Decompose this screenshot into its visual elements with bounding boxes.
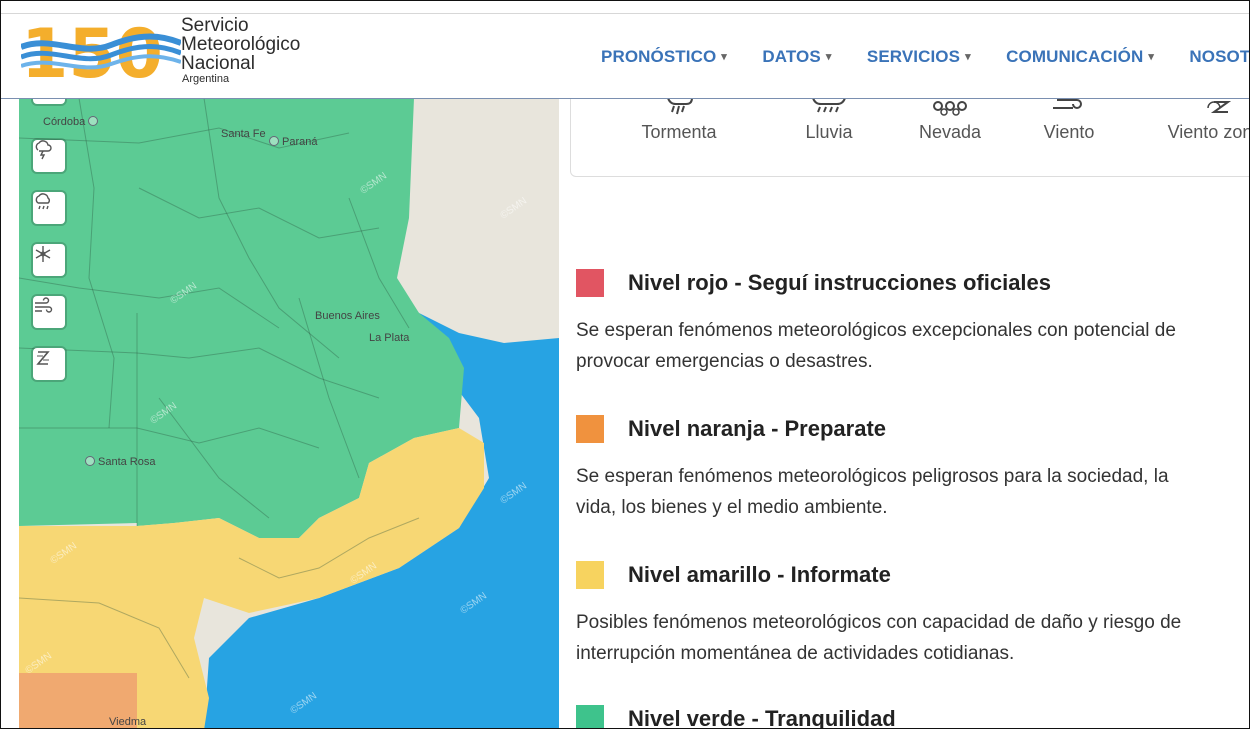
chevron-down-icon: ▾ [965, 51, 971, 63]
smn-150-logo[interactable]: 150 [19, 15, 183, 94]
site-header: 150 Servicio Meteorológico Nacional Arge… [1, 1, 1249, 99]
snow-icon [35, 246, 51, 262]
phenomenon-snow[interactable]: Nevada [904, 98, 996, 176]
phenomenon-zonda[interactable]: Viento zonda [1155, 98, 1249, 176]
level-title: Nivel verde - Tranquilidad [628, 706, 896, 729]
level-title: Nivel amarillo - Informate [628, 562, 891, 587]
map-layer-rain-button[interactable] [33, 192, 65, 224]
level-color-swatch [576, 269, 604, 297]
zonda-icon [36, 351, 50, 365]
smn-logo-icon: 150 [19, 15, 183, 94]
map-layer-wind-button[interactable] [33, 296, 65, 328]
level-color-swatch [576, 561, 604, 589]
map-layer-snow-button[interactable] [33, 244, 65, 276]
city-label: Santa Rosa [85, 456, 155, 468]
main-nav: PRONÓSTICO ▾ DATOS ▾ SERVICIOS ▾ COMUNICACI… [601, 47, 1249, 67]
level-color-swatch [576, 415, 604, 443]
phenomenon-label: Viento zonda [1167, 122, 1249, 142]
map-canvas [19, 98, 559, 728]
chevron-down-icon: ▾ [825, 51, 832, 63]
city-label: Viedma [109, 716, 147, 728]
browser-viewport: 150 Servicio Meteorológico Nacional Arge… [0, 0, 1250, 729]
map-layer-storm-button[interactable] [33, 140, 65, 172]
city-label: Córdoba [43, 116, 101, 128]
map-layer-zonda-button[interactable] [33, 348, 65, 380]
nav-pronostico[interactable]: PRONÓSTICO ▾ [601, 47, 727, 67]
zonda-icon [1207, 101, 1232, 113]
phenomenon-label: Tormenta [641, 122, 717, 142]
wind-icon [35, 297, 53, 313]
level-title: Nivel rojo - Seguí instrucciones oficial… [628, 270, 1052, 295]
rain-icon [812, 98, 846, 113]
storm-icon [35, 140, 52, 160]
city-marker-icon [88, 116, 99, 126]
city-label: Santa Fe [221, 128, 266, 140]
city-marker-icon [269, 136, 279, 146]
phenomenon-wind[interactable]: Viento [1023, 98, 1115, 176]
chevron-down-icon: ▾ [1148, 51, 1154, 63]
level-description: Posibles fenómenos meteorológicos con ca… [576, 612, 1182, 664]
storm-icon [667, 98, 693, 115]
snow-icon [933, 101, 967, 116]
nav-comunicacion[interactable]: COMUNICACIÓN ▾ [1006, 47, 1154, 67]
phenomenon-rain[interactable]: Lluvia [783, 98, 875, 176]
brand-line-4: Argentina [182, 73, 230, 85]
brand-line-2: Meteorológico [181, 34, 301, 55]
brand-line-3: Nacional [181, 53, 255, 74]
wind-icon [1053, 99, 1082, 109]
phenomenon-storm[interactable]: Tormenta [633, 98, 725, 176]
phenomenon-label: Nevada [918, 122, 982, 142]
city-label: La Plata [369, 332, 410, 344]
level-description: Se esperan fenómenos meteorológicos peli… [576, 466, 1169, 518]
nav-servicios[interactable]: SERVICIOS ▾ [867, 47, 971, 67]
level-description: Se esperan fenómenos meteorológicos exce… [576, 320, 1176, 372]
level-title: Nivel naranja - Preparate [628, 416, 887, 441]
city-label: Paraná [269, 136, 317, 148]
alert-map[interactable]: Córdoba Santa Fe Paraná Buenos Aires La … [19, 98, 559, 728]
level-color-swatch [576, 705, 604, 728]
brand-name[interactable]: Servicio Meteorológico Nacional Argentin… [181, 16, 300, 86]
rain-icon [35, 193, 50, 210]
city-label: Buenos Aires [315, 310, 380, 322]
city-marker-icon [85, 456, 95, 466]
phenomena-selector: Tormenta Lluvia Nevada Viento Viento zo [570, 98, 1249, 177]
phenomenon-label: Lluvia [805, 122, 853, 142]
nav-datos[interactable]: DATOS ▾ [762, 47, 831, 67]
phenomenon-label: Viento [1043, 122, 1095, 142]
nav-nosotros[interactable]: NOSOTROS [1189, 47, 1249, 67]
chevron-down-icon: ▾ [721, 51, 727, 63]
brand-line-1: Servicio [181, 15, 249, 36]
